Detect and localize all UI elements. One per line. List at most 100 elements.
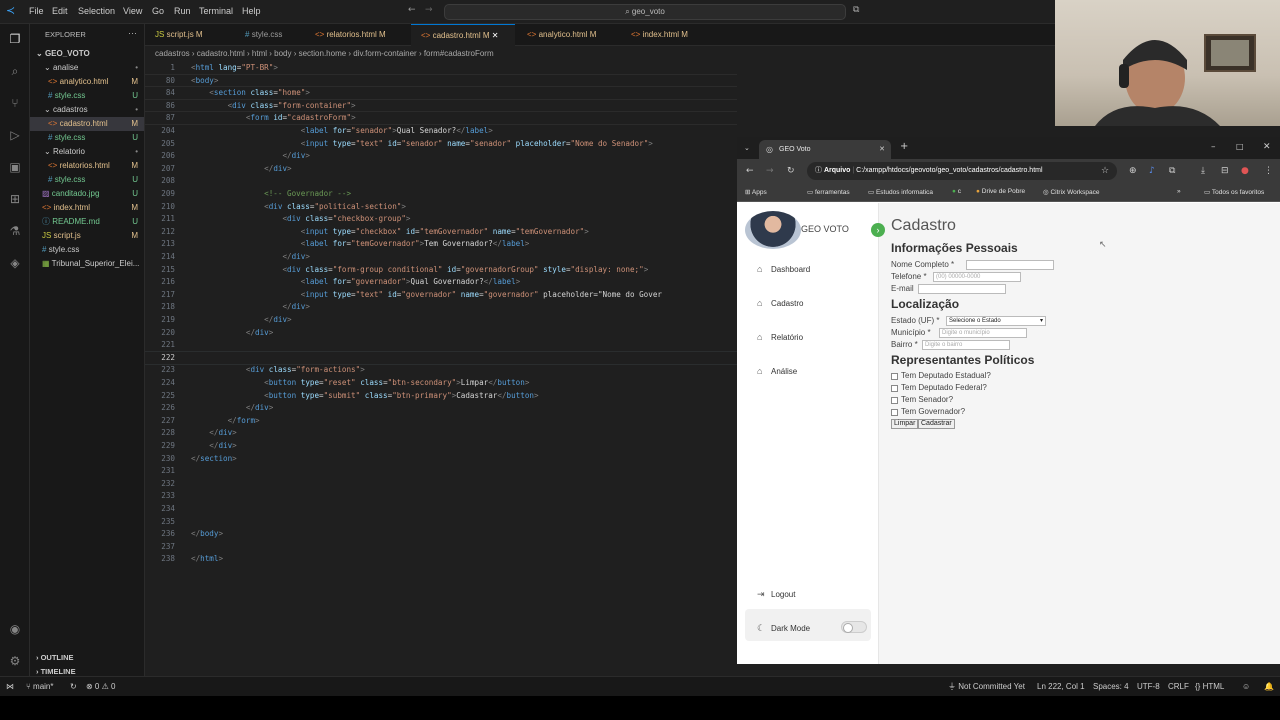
code-line[interactable]: 234	[145, 503, 737, 516]
bookmark-apps[interactable]: ⊞ Apps	[745, 188, 767, 196]
tree-file-cadastro[interactable]: <> cadastro.html M	[30, 117, 144, 131]
tab-analytico-html[interactable]: <> analytico.html M	[517, 24, 619, 46]
source-control-icon[interactable]: ⑂	[8, 96, 22, 110]
estado-select[interactable]: Selecione o Estado ▾	[946, 316, 1046, 326]
branch-indicator[interactable]: ⑂ main*	[26, 677, 53, 697]
code-line[interactable]: 222	[145, 350, 737, 366]
menu-view[interactable]: View	[123, 6, 142, 16]
minimize-icon[interactable]: –	[1211, 142, 1216, 152]
checkbox-governador[interactable]	[891, 409, 898, 416]
bookmark-all-favorites[interactable]: ▭ Todos os favoritos	[1204, 188, 1264, 196]
close-icon[interactable]: ✕	[879, 145, 885, 155]
code-editor[interactable]: 1 <html lang="PT-BR"> 80 <body> 84 <section …	[145, 62, 737, 676]
collections-icon[interactable]: ⊟	[1221, 166, 1229, 176]
remote-explorer-icon[interactable]: ▣	[8, 160, 22, 174]
nav-item-cadastro[interactable]: ⌂ Cadastro	[757, 295, 867, 311]
remote-icon[interactable]: ⋈	[6, 677, 14, 697]
copilot-icon[interactable]: ⧉	[853, 5, 859, 15]
reset-button[interactable]: Limpar	[891, 419, 919, 429]
tree-file-index[interactable]: <> index.html M	[30, 201, 144, 215]
telefone-input[interactable]: (00) 00000-0000	[933, 272, 1021, 282]
extension-icon[interactable]: ⊕	[1129, 166, 1137, 176]
tree-file-style-relatorio[interactable]: # style.css U	[30, 173, 144, 187]
browser-tab-geo-voto[interactable]: ◎ GEO Voto ✕	[759, 140, 891, 159]
puzzle-icon[interactable]: ⧉	[1169, 166, 1175, 176]
menu-run[interactable]: Run	[174, 6, 191, 16]
problems-indicator[interactable]: ⊗ 0 ⚠ 0	[86, 677, 115, 697]
code-line[interactable]: 207 </div>	[145, 163, 737, 176]
copilot-status-icon[interactable]: ☺	[1242, 677, 1250, 697]
bookmark-citrix[interactable]: ◎ Citrix Workspace	[1043, 188, 1100, 196]
dark-mode-toggle[interactable]	[841, 621, 867, 633]
bookmark-drive[interactable]: ● Drive de Pobre	[976, 188, 1025, 195]
outline-section[interactable]: › OUTLINE	[30, 651, 144, 665]
breadcrumb[interactable]: cadastros › cadastro.html › html › body …	[145, 46, 1055, 62]
menu-edit[interactable]: Edit	[52, 6, 68, 16]
code-line[interactable]: 237	[145, 541, 737, 554]
bookmark-c[interactable]: ● c	[952, 188, 961, 195]
tree-file-style-root[interactable]: # style.css	[30, 243, 144, 257]
code-line[interactable]: 218 </div>	[145, 301, 737, 314]
code-line[interactable]: 230 </section>	[145, 453, 737, 466]
code-line[interactable]: 205 <input type="text" id="senador" name…	[145, 138, 737, 151]
cursor-position[interactable]: Ln 222, Col 1	[1037, 677, 1085, 697]
git-blame-indicator[interactable]: ⏚ Not Committed Yet	[948, 677, 1025, 697]
close-icon[interactable]: ✕	[492, 31, 499, 40]
code-line[interactable]: 208	[145, 175, 737, 188]
code-line[interactable]: 232	[145, 478, 737, 491]
new-tab-icon[interactable]: +	[900, 142, 908, 152]
read-aloud-icon[interactable]: ♪	[1149, 166, 1155, 176]
sync-icon[interactable]: ↻	[70, 677, 77, 697]
code-line[interactable]: 215 <div class="form-group conditional" …	[145, 264, 737, 277]
tab-style-css[interactable]: # style.css	[235, 24, 303, 46]
code-line[interactable]: 231	[145, 465, 737, 478]
nav-item-relatorio[interactable]: ⌂ Relatório	[757, 329, 867, 345]
run-debug-icon[interactable]: ▷	[8, 128, 22, 142]
search-icon[interactable]: ⌕	[8, 64, 22, 78]
menu-terminal[interactable]: Terminal	[199, 6, 233, 16]
code-line[interactable]: 225 <button type="submit" class="btn-pri…	[145, 390, 737, 403]
sticky-code-line[interactable]: 80 <body>	[145, 74, 737, 88]
logout-button[interactable]: ⇥ Logout	[757, 586, 867, 602]
sidebar-collapse-toggle[interactable]: ›	[871, 223, 885, 237]
forward-icon[interactable]: →	[766, 166, 774, 176]
code-line[interactable]: 209 <!-- Governador -->	[145, 188, 737, 201]
code-line[interactable]: 219 </div>	[145, 314, 737, 327]
code-line[interactable]: 213 <label for="temGovernador">Tem Gover…	[145, 238, 737, 251]
tree-file-style-cadastros[interactable]: # style.css U	[30, 131, 144, 145]
sticky-code-line[interactable]: 87 <form id="cadastroForm">	[145, 112, 737, 125]
profile-icon[interactable]: ●	[1241, 166, 1249, 176]
files-icon[interactable]: ❐	[8, 32, 22, 46]
close-window-icon[interactable]: ✕	[1263, 142, 1271, 152]
menu-icon[interactable]: ⋮	[1264, 166, 1273, 176]
tree-file-readme[interactable]: ⓘ README.md U	[30, 215, 144, 229]
line-ending[interactable]: CRLF	[1168, 677, 1189, 697]
menu-file[interactable]: File	[29, 6, 44, 16]
code-line[interactable]: 233	[145, 490, 737, 503]
testing-icon[interactable]: ⚗	[8, 224, 22, 238]
back-arrow-icon[interactable]: ←	[408, 5, 416, 15]
municipio-input[interactable]: Digite o município	[939, 328, 1027, 338]
indentation[interactable]: Spaces: 4	[1093, 677, 1129, 697]
sticky-code-line[interactable]: 84 <section class="home">	[145, 87, 737, 100]
tree-root-geo-voto[interactable]: ⌄ GEO_VOTO	[30, 47, 144, 61]
checkbox-senador[interactable]	[891, 397, 898, 404]
more-actions-icon[interactable]: ···	[128, 28, 137, 38]
code-line[interactable]: 220 </div>	[145, 327, 737, 340]
sticky-code-line[interactable]: 86 <div class="form-container">	[145, 99, 737, 113]
tree-folder-cadastros[interactable]: ⌄ cadastros •	[30, 103, 144, 117]
code-line[interactable]: 214 </div>	[145, 251, 737, 264]
docker-icon[interactable]: ◈	[8, 256, 22, 270]
bookmarks-overflow-icon[interactable]: »	[1177, 188, 1181, 195]
tree-folder-analise[interactable]: ⌄ analise •	[30, 61, 144, 75]
tree-file-tribunal[interactable]: ▦ Tribunal_Superior_Elei...	[30, 257, 144, 271]
tab-index-html[interactable]: <> index.html M	[621, 24, 711, 46]
star-icon[interactable]: ☆	[1101, 166, 1109, 176]
code-line[interactable]: 223 <div class="form-actions">	[145, 364, 737, 377]
notifications-icon[interactable]: 🔔	[1264, 677, 1274, 697]
code-line[interactable]: 204 <label for="senador">Qual Senador?</…	[145, 125, 737, 138]
code-line[interactable]: 235	[145, 516, 737, 529]
code-line[interactable]: 210 <div class="political-section">	[145, 201, 737, 214]
tree-file-canditado[interactable]: ▨ canditado.jpg U	[30, 187, 144, 201]
download-icon[interactable]: ⤓	[1201, 166, 1205, 176]
